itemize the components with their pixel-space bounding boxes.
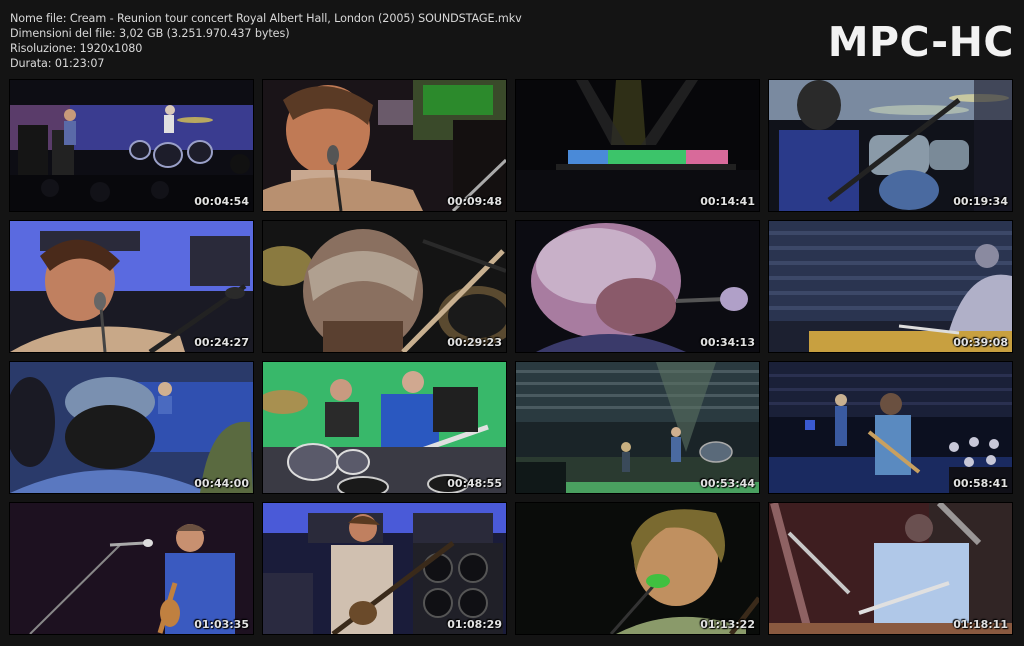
thumbnail-grid: 00:04:54 00:09:48 00:14:41 00:19:34 00:2… xyxy=(10,80,1012,636)
thumbnail-7[interactable]: 00:34:13 xyxy=(516,221,759,352)
timestamp: 00:09:48 xyxy=(447,195,502,208)
timestamp: 00:39:08 xyxy=(953,336,1008,349)
thumbnail-9[interactable]: 00:44:00 xyxy=(10,362,253,493)
thumbnail-16[interactable]: 01:18:11 xyxy=(769,503,1012,634)
thumbnail-15[interactable]: 01:13:22 xyxy=(516,503,759,634)
resolution-line: Risoluzione: 1920x1080 xyxy=(10,42,143,55)
thumbnail-13[interactable]: 01:03:35 xyxy=(10,503,253,634)
timestamp: 01:18:11 xyxy=(953,618,1008,631)
app-logo: MPC-HC xyxy=(827,18,1014,66)
blurred-head-image xyxy=(516,221,759,352)
thumbnail-10[interactable]: 00:48:55 xyxy=(263,362,506,493)
thumbnail-5[interactable]: 00:24:27 xyxy=(10,221,253,352)
timestamp: 00:24:27 xyxy=(194,336,249,349)
timestamp: 00:44:00 xyxy=(194,477,249,490)
audience-backs-image xyxy=(10,362,253,493)
duration-line: Durata: 01:23:07 xyxy=(10,57,105,70)
timestamp: 00:14:41 xyxy=(700,195,755,208)
timestamp: 00:19:34 xyxy=(953,195,1008,208)
timestamp: 00:29:23 xyxy=(447,336,502,349)
thumbnail-11[interactable]: 00:53:44 xyxy=(516,362,759,493)
guitarist-drums-image xyxy=(769,80,1012,211)
thumbnail-14[interactable]: 01:08:29 xyxy=(263,503,506,634)
thumbnail-4[interactable]: 00:19:34 xyxy=(769,80,1012,211)
bassist-amps-image xyxy=(263,503,506,634)
file-size-line: Dimensioni del file: 3,02 GB (3.251.970.… xyxy=(10,27,290,40)
thumbnail-3[interactable]: 00:14:41 xyxy=(516,80,759,211)
drummer-behind-image xyxy=(263,221,506,352)
thumbnail-1[interactable]: 00:04:54 xyxy=(10,80,253,211)
timestamp: 00:34:13 xyxy=(700,336,755,349)
stage-blue-image xyxy=(769,362,1012,493)
thumbnail-8[interactable]: 00:39:08 xyxy=(769,221,1012,352)
band-stage-image xyxy=(10,80,253,211)
thumbnail-sheet: Nome file: Cream - Reunion tour concert … xyxy=(0,0,1024,646)
timestamp: 00:04:54 xyxy=(194,195,249,208)
thumbnail-12[interactable]: 00:58:41 xyxy=(769,362,1012,493)
timestamp: 01:13:22 xyxy=(700,618,755,631)
thumbnail-2[interactable]: 00:09:48 xyxy=(263,80,506,211)
file-info: Nome file: Cream - Reunion tour concert … xyxy=(10,11,522,71)
guitarist-red-image xyxy=(769,503,1012,634)
timestamp: 00:58:41 xyxy=(953,477,1008,490)
hall-stage-image xyxy=(516,362,759,493)
arena-wide-image xyxy=(516,80,759,211)
timestamp: 00:48:55 xyxy=(447,477,502,490)
audience-drummer-image xyxy=(769,221,1012,352)
thumbnail-6[interactable]: 00:29:23 xyxy=(263,221,506,352)
timestamp: 00:53:44 xyxy=(700,477,755,490)
trio-green-image xyxy=(263,362,506,493)
guitarist-purple-image xyxy=(10,503,253,634)
singer-green-image xyxy=(516,503,759,634)
file-name-line: Nome file: Cream - Reunion tour concert … xyxy=(10,12,522,25)
timestamp: 01:08:29 xyxy=(447,618,502,631)
singer-closeup-image xyxy=(263,80,506,211)
timestamp: 01:03:35 xyxy=(194,618,249,631)
bassist-singing-image xyxy=(10,221,253,352)
